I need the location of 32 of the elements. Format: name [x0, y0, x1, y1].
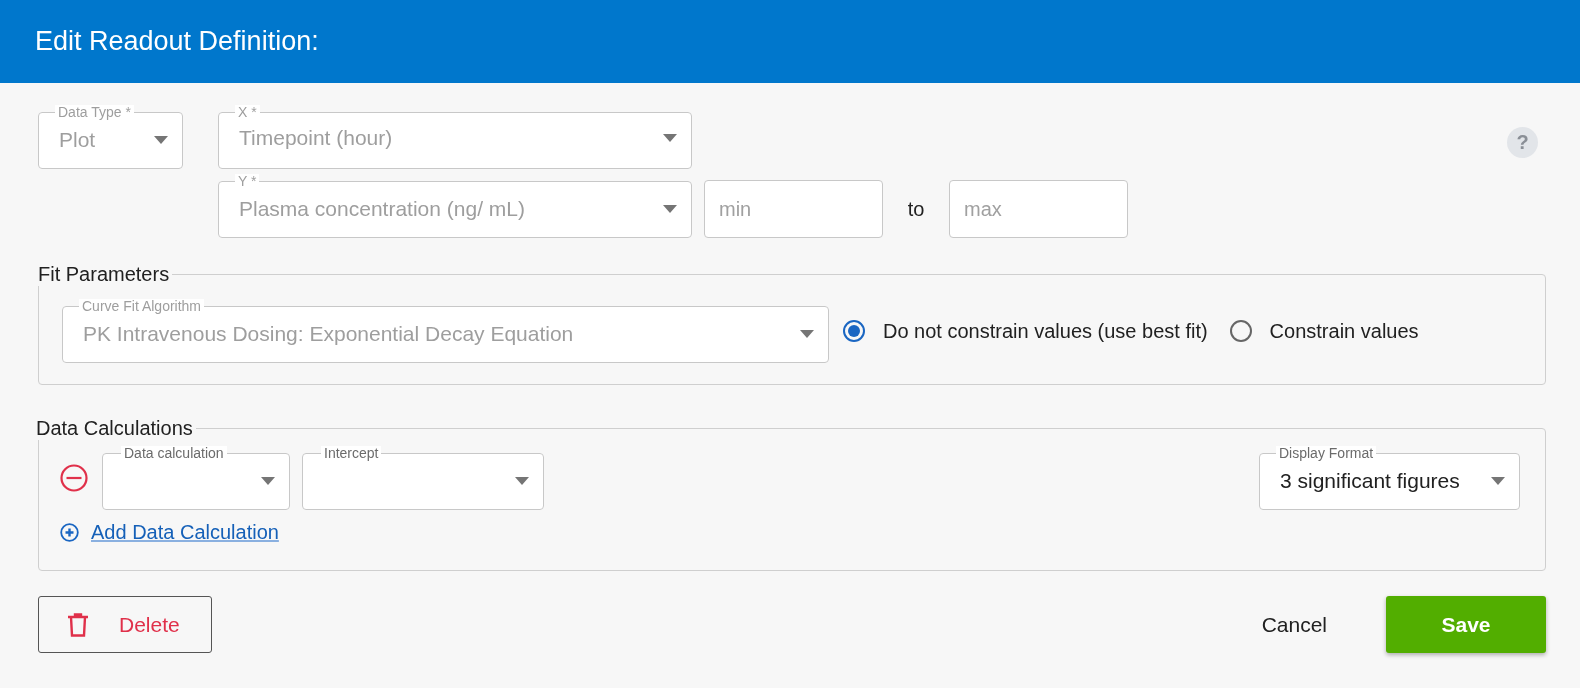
field-label: Curve Fit Algorithm — [79, 299, 205, 313]
radio-button[interactable] — [843, 320, 865, 342]
select-field[interactable]: Data calculation — [102, 446, 290, 510]
caret-icon — [663, 134, 677, 142]
radio-button[interactable] — [1229, 320, 1252, 342]
caret-icon — [154, 135, 168, 144]
cancel-button[interactable]: Cancel — [1253, 604, 1335, 645]
field-label: Intercept — [321, 446, 382, 460]
section-title: Fit Parameters — [37, 263, 171, 286]
add-icon[interactable] — [60, 523, 79, 542]
caret-icon — [800, 329, 814, 338]
field-label: X * — [235, 105, 260, 119]
field-label: Display Format — [1276, 446, 1377, 460]
caret-icon — [663, 204, 677, 213]
add-data-calculation-link[interactable]: Add Data Calculation — [91, 521, 279, 544]
select-field[interactable]: Intercept — [302, 446, 544, 510]
field-label: Y * — [235, 174, 260, 188]
section-title: Data Calculations — [35, 417, 194, 440]
radio-option[interactable]: Do not constrain values (use best fit) — [843, 319, 1208, 343]
caret-icon — [515, 476, 529, 485]
select-field[interactable]: Display Format 3 significant figures — [1259, 446, 1520, 510]
field-label: Data calculation — [121, 446, 227, 460]
caret-icon — [1491, 476, 1505, 485]
field-label: Data Type * — [55, 105, 134, 119]
dialog-title: Edit Readout Definition: — [35, 26, 319, 57]
caret-icon — [261, 476, 275, 485]
range-separator: to — [906, 197, 926, 222]
save-button[interactable]: Save — [1386, 596, 1546, 653]
trash-icon — [67, 612, 89, 637]
radio-option[interactable]: Constrain values — [1229, 319, 1419, 343]
delete-button[interactable]: Delete — [38, 596, 212, 653]
remove-icon[interactable] — [60, 464, 88, 492]
